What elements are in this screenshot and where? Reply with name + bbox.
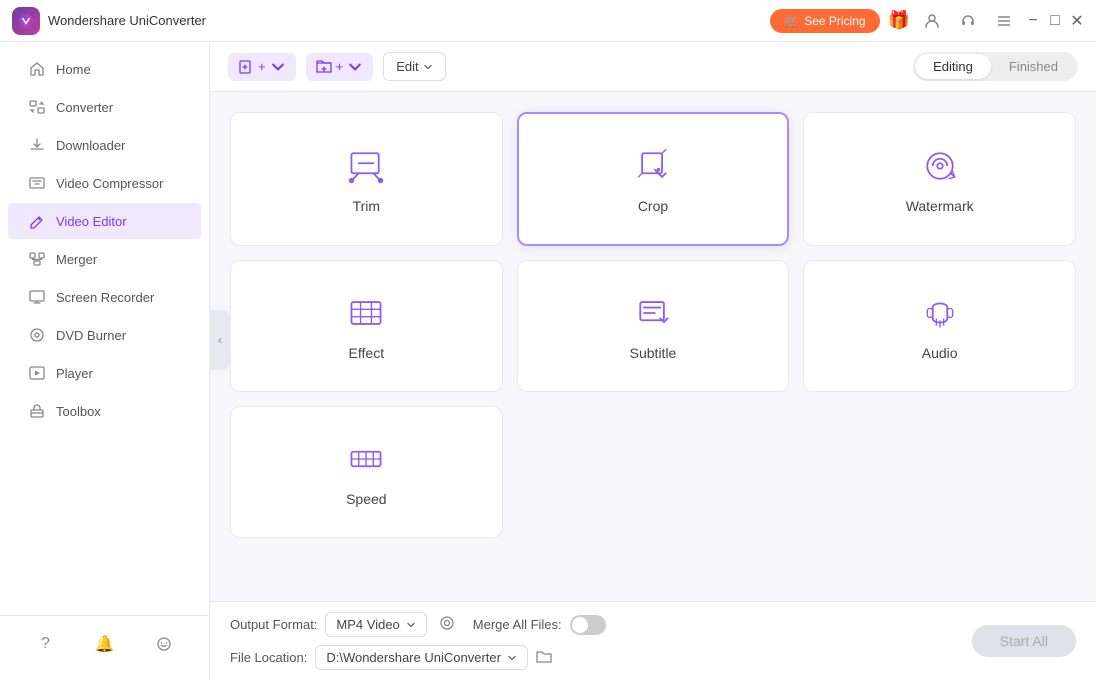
merge-toggle[interactable] — [570, 615, 606, 635]
grid-area: Trim Crop — [210, 92, 1096, 601]
tab-switcher: Editing Finished — [913, 52, 1078, 81]
crop-icon — [631, 144, 675, 188]
output-format-select[interactable]: MP4 Video — [325, 612, 426, 637]
add-file-button[interactable]: + — [228, 53, 296, 81]
trim-icon — [344, 144, 388, 188]
watermark-label: Watermark — [906, 198, 974, 214]
minimize-button[interactable]: − — [1026, 14, 1040, 28]
tab-editing-button[interactable]: Editing — [915, 54, 991, 79]
file-location-value: D:\Wondershare UniConverter — [326, 650, 501, 665]
crop-card[interactable]: Crop — [517, 112, 790, 246]
crop-label: Crop — [638, 198, 668, 214]
help-icon[interactable]: ? — [32, 630, 60, 658]
sidebar-item-player[interactable]: Player — [8, 355, 201, 391]
trim-label: Trim — [353, 198, 380, 214]
content-area: + + Edit — [210, 42, 1096, 680]
gift-icon[interactable]: 🎁 — [888, 10, 910, 31]
audio-label: Audio — [922, 345, 958, 361]
sidebar-item-merger[interactable]: Merger — [8, 241, 201, 277]
converter-icon — [28, 98, 46, 116]
toolbox-icon — [28, 402, 46, 420]
sidebar-item-dvd-burner[interactable]: DVD Burner — [8, 317, 201, 353]
output-format-row: Output Format: MP4 Video — [230, 612, 952, 637]
add-folder-label: + — [336, 59, 344, 74]
sidebar-item-converter[interactable]: Converter — [8, 89, 201, 125]
audio-card[interactable]: Audio — [803, 260, 1076, 392]
menu-icon-button[interactable] — [990, 7, 1018, 35]
dvd-icon — [28, 326, 46, 344]
subtitle-icon — [631, 291, 675, 335]
close-button[interactable]: ✕ — [1070, 14, 1084, 28]
sidebar-item-toolbox[interactable]: Toolbox — [8, 393, 201, 429]
headphone-icon-button[interactable] — [954, 7, 982, 35]
file-location-select[interactable]: D:\Wondershare UniConverter — [315, 645, 528, 670]
sidebar-bottom: ? 🔔 — [0, 615, 209, 672]
home-icon — [28, 60, 46, 78]
speed-icon — [344, 437, 388, 481]
subtitle-card[interactable]: Subtitle — [517, 260, 790, 392]
toolbar: + + Edit — [210, 42, 1096, 92]
title-bar: Wondershare UniConverter 🛒 See Pricing 🎁 — [0, 0, 1096, 42]
compress-icon — [28, 174, 46, 192]
sidebar-bottom-icons: ? 🔔 — [0, 624, 209, 664]
output-format-value: MP4 Video — [336, 617, 399, 632]
settings-icon[interactable] — [439, 615, 455, 634]
file-location-label: File Location: — [230, 650, 307, 665]
effect-label: Effect — [349, 345, 385, 361]
speed-card[interactable]: Speed — [230, 406, 503, 538]
tab-finished-button[interactable]: Finished — [991, 54, 1076, 79]
downloader-icon — [28, 136, 46, 154]
edit-icon — [28, 212, 46, 230]
watermark-card[interactable]: Watermark — [803, 112, 1076, 246]
sidebar-item-video-editor[interactable]: Video Editor — [8, 203, 201, 239]
screen-icon — [28, 288, 46, 306]
add-folder-button[interactable]: + — [306, 53, 374, 81]
grid-container: Trim Crop — [230, 112, 1076, 538]
sidebar-item-screen-recorder[interactable]: Screen Recorder — [8, 279, 201, 315]
merge-row: Merge All Files: — [473, 615, 606, 635]
sidebar-item-home[interactable]: Home — [8, 51, 201, 87]
see-pricing-button[interactable]: 🛒 See Pricing — [770, 9, 879, 33]
user-icon-button[interactable] — [918, 7, 946, 35]
edit-dropdown-button[interactable]: Edit — [383, 52, 445, 81]
merger-icon — [28, 250, 46, 268]
sidebar: Home Converter Downloader — [0, 42, 210, 680]
sidebar-item-video-compressor[interactable]: Video Compressor — [8, 165, 201, 201]
trim-card[interactable]: Trim — [230, 112, 503, 246]
app-title-text: Wondershare UniConverter — [48, 13, 770, 28]
sidebar-collapse-button[interactable]: ‹ — [210, 310, 230, 370]
folder-open-icon[interactable] — [536, 648, 552, 667]
watermark-icon — [918, 144, 962, 188]
cart-icon: 🛒 — [784, 14, 799, 28]
bell-icon[interactable]: 🔔 — [91, 630, 119, 658]
bottom-rows: Output Format: MP4 Video — [230, 612, 952, 670]
file-location-row: File Location: D:\Wondershare UniConvert… — [230, 645, 952, 670]
title-bar-actions: 🛒 See Pricing 🎁 − □ ✕ — [770, 7, 1084, 35]
audio-icon — [918, 291, 962, 335]
speed-label: Speed — [346, 491, 386, 507]
feedback-icon[interactable] — [150, 630, 178, 658]
effect-card[interactable]: Effect — [230, 260, 503, 392]
output-format-label: Output Format: — [230, 617, 317, 632]
player-icon — [28, 364, 46, 382]
sidebar-item-downloader[interactable]: Downloader — [8, 127, 201, 163]
start-all-button[interactable]: Start All — [972, 625, 1076, 657]
bottom-bar: Output Format: MP4 Video — [210, 601, 1096, 680]
add-file-label: + — [258, 59, 266, 74]
maximize-button[interactable]: □ — [1048, 14, 1062, 28]
app-logo — [12, 7, 40, 35]
main-layout: Home Converter Downloader — [0, 42, 1096, 680]
merge-label: Merge All Files: — [473, 617, 562, 632]
effect-icon — [344, 291, 388, 335]
subtitle-label: Subtitle — [630, 345, 677, 361]
